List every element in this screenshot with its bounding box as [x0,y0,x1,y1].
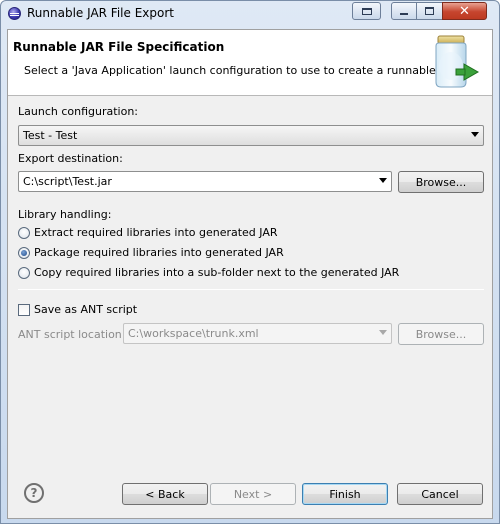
chevron-down-icon [379,330,387,335]
radio-icon[interactable] [18,266,30,279]
help-icon[interactable]: ? [24,483,44,503]
page-title: Runnable JAR File Specification [13,40,225,54]
ant-browse-button[interactable]: Browse... [398,323,484,345]
radio-icon[interactable] [18,226,30,239]
export-destination-input[interactable]: C:\script\Test.jar [18,171,392,192]
chevron-down-icon [471,132,479,137]
radio-package-libraries[interactable]: Package required libraries into generate… [18,246,284,259]
close-button[interactable]: ✕ [442,2,487,20]
export-destination-value: C:\script\Test.jar [23,175,112,188]
checkbox-icon[interactable] [18,303,30,316]
next-button[interactable]: Next > [210,483,296,505]
export-browse-button[interactable]: Browse... [398,171,484,193]
radio-label: Extract required libraries into generate… [34,226,278,239]
restore-button[interactable] [352,2,381,20]
close-icon: ✕ [459,3,470,19]
library-handling-label: Library handling: [18,208,112,221]
dialog-window: Runnable JAR File Export ✕ Runnable JAR … [0,0,500,524]
back-label: < Back [145,487,185,501]
finish-button[interactable]: Finish [302,483,388,505]
back-button[interactable]: < Back [122,483,208,505]
minimize-button[interactable] [391,2,417,20]
ant-browse-label: Browse... [415,327,467,341]
page-description: Select a 'Java Application' launch confi… [24,64,461,77]
launch-config-label: Launch configuration: [18,105,139,118]
cancel-button[interactable]: Cancel [397,483,483,505]
title-bar[interactable]: Runnable JAR File Export ✕ [1,1,499,25]
ant-location-input[interactable]: C:\workspace\trunk.xml [123,323,392,344]
launch-config-select[interactable]: Test - Test [18,125,484,146]
ant-location-label: ANT script location: [18,328,126,341]
cancel-label: Cancel [421,487,459,501]
maximize-button[interactable] [416,2,443,20]
save-ant-script-label: Save as ANT script [34,303,138,316]
chevron-down-icon[interactable] [379,178,387,183]
radio-copy-libraries[interactable]: Copy required libraries into a sub-folde… [18,266,399,279]
section-divider [18,289,484,290]
jar-export-icon [435,35,480,88]
radio-label: Package required libraries into generate… [34,246,284,259]
export-destination-label: Export destination: [18,152,123,165]
restore-icon [361,7,372,15]
next-label: Next > [233,487,273,501]
dialog-client-area: Runnable JAR File Specification Select a… [7,29,493,519]
radio-extract-libraries[interactable]: Extract required libraries into generate… [18,226,278,239]
help-glyph: ? [30,486,38,500]
eclipse-icon [8,7,21,20]
launch-config-value: Test - Test [23,129,78,142]
wizard-header: Runnable JAR File Specification Select a… [8,30,492,96]
save-ant-script-checkbox[interactable]: Save as ANT script [18,303,137,316]
radio-icon-checked[interactable] [18,246,30,259]
finish-label: Finish [329,487,361,501]
maximize-icon [425,7,434,15]
radio-label: Copy required libraries into a sub-folde… [34,266,400,279]
minimize-icon [400,13,408,15]
window-title: Runnable JAR File Export [27,6,174,20]
export-browse-label: Browse... [415,175,467,189]
ant-location-value: C:\workspace\trunk.xml [128,327,259,340]
